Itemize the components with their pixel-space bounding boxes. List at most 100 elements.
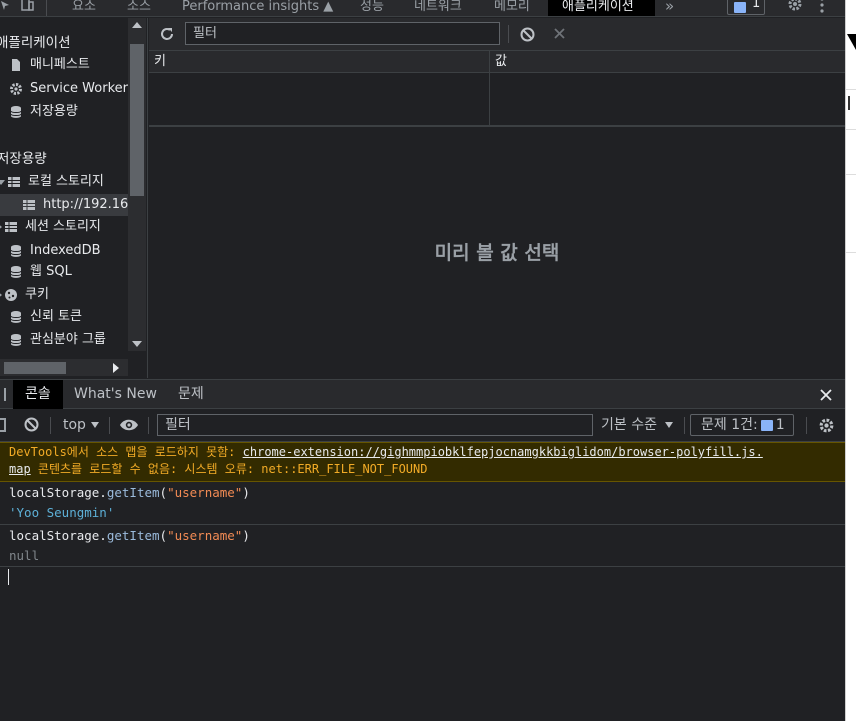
close-arrow-icon [847,34,856,50]
table-icon [23,200,35,210]
toolbar-divider [806,417,807,434]
close-drawer-icon[interactable] [820,389,832,405]
drawer-menu-icon[interactable] [0,388,6,401]
sidebar-item-indexeddb[interactable]: IndexedDB [9,240,101,262]
tab-sources[interactable]: 소스 [127,0,151,16]
sidebar-item-label: 저장용량 [30,104,78,119]
toolbar-divider [148,417,149,434]
refresh-icon[interactable] [159,26,175,46]
log-level-dropdown[interactable]: 기본 수준 [601,409,679,441]
delete-selected-icon[interactable] [553,27,566,44]
issues-counter-button[interactable]: 1 [727,0,765,15]
storage-filter-input[interactable] [185,22,500,45]
sidebar-scroll-thumb[interactable] [130,44,144,196]
sidebar-item-session-storage[interactable]: 세션 스토리지 [0,216,101,238]
scroll-right-arrow-icon[interactable] [113,363,119,373]
sidebar-item-local-storage-origin[interactable]: http://192.168 [0,194,137,216]
toolbar-divider [109,417,110,434]
code-function: getItem [106,485,160,500]
database-icon [10,106,22,118]
tab-performance-insights[interactable]: Performance insights ▲ [182,0,333,16]
sidebar-item-local-storage[interactable]: 로컬 스토리지 [0,171,104,193]
code-string-arg: "username" [167,485,243,500]
sidebar-section-application: 애플리케이션 [0,35,71,51]
sidebar-item-storage[interactable]: 저장용량 [9,101,78,123]
tab-performance[interactable]: 성능 [360,0,384,16]
divider [846,174,856,175]
drawer-tab-issues[interactable]: 문제 [178,380,204,409]
device-toolbar-icon[interactable] [20,0,34,16]
console-entry: localStorage.getItem("username") null [0,525,845,567]
column-header-value[interactable]: 값 [490,51,507,73]
tab-network[interactable]: 네트워크 [414,0,462,16]
issue-icon [734,2,746,13]
clear-all-icon[interactable] [520,27,535,46]
console-filter-input[interactable] [157,414,593,436]
warning-line-2: map 콘텐츠를 로드할 수 없음: 시스템 오류: net::ERR_FILE… [9,461,845,478]
source-map-link[interactable]: chrome-extension://gighmmpiobklfepjocnam… [243,445,763,459]
console-result-value[interactable]: 'Yoo Seungmin' [9,503,845,523]
issues-count: 1 [775,417,785,433]
tab-elements[interactable]: 요소 [72,0,96,16]
log-level-label: 기본 수준 [601,417,657,433]
table-icon [8,177,20,187]
context-selector[interactable]: top [58,409,104,441]
sidebar-item-label: 쿠키 [25,287,49,302]
sidebar-item-label: IndexedDB [30,243,101,258]
expand-arrow-icon[interactable] [0,179,5,185]
more-options-icon[interactable] [820,0,824,16]
scroll-up-arrow-icon[interactable] [132,22,142,28]
expand-arrow-icon[interactable] [0,291,2,299]
sidebar-toggle-icon[interactable] [0,418,6,432]
console-prompt-area[interactable] [0,567,845,721]
console-input-line[interactable]: localStorage.getItem("username") [9,483,845,503]
sidebar-item-label: 세션 스토리지 [25,219,101,234]
divider [846,252,856,253]
code-string-arg: "username" [167,528,243,543]
context-selector-label: top [63,417,86,433]
console-settings-gear-icon[interactable] [818,417,835,438]
more-tabs-button[interactable]: » [665,0,674,16]
inspect-element-icon[interactable] [0,0,12,16]
console-result-value[interactable]: null [9,546,845,566]
toolbar-divider [50,417,51,434]
tab-application[interactable]: 애플리케이션 [548,0,655,16]
console-input-line[interactable]: localStorage.getItem("username") [9,526,845,546]
issues-label: 문제 1건: [701,417,758,433]
sidebar-item-websql[interactable]: 웹 SQL [9,261,72,283]
sidebar-item-label: 로컬 스토리지 [28,174,104,189]
sidebar-hscroll-thumb[interactable] [4,362,66,374]
sidebar-item-trust-tokens[interactable]: 신뢰 토큰 [9,306,82,328]
sidebar-item-label: 웹 SQL [30,264,72,279]
drawer-tab-whats-new[interactable]: What's New [74,380,157,409]
sidebar-item-label: 관심분야 그룹 [30,332,106,347]
application-sidebar: 애플리케이션 매니페스트 Service Workers 저장용량 저장용량 로… [0,18,148,378]
sidebar-item-cookies[interactable]: 쿠키 [0,284,49,306]
expand-arrow-icon[interactable] [0,223,2,231]
tab-memory[interactable]: 메모리 [494,0,530,16]
scroll-down-arrow-icon[interactable] [132,341,142,347]
live-expression-eye-icon[interactable] [119,418,139,436]
console-toolbar: top 기본 수준 문제 1건: 1 [0,409,845,442]
console-issues-button[interactable]: 문제 1건: 1 [690,414,794,436]
sidebar-item-manifest[interactable]: 매니페스트 [9,54,90,76]
source-map-link-end[interactable]: map [9,462,31,476]
code-object: localStorage. [9,485,107,500]
sidebar-item-interest-groups[interactable]: 관심분야 그룹 [9,329,106,351]
warning-text: DevTools에서 소스 맵을 로드하지 못함: [9,445,243,459]
sidebar-item-service-workers[interactable]: Service Workers [9,78,135,100]
database-icon [10,266,22,278]
console-warning-message: DevTools에서 소스 맵을 로드하지 못함: chrome-extensi… [0,442,845,482]
settings-gear-icon[interactable] [787,0,803,16]
issue-icon [760,419,773,431]
sidebar-item-label: http://192.168 [43,197,137,212]
code-object: localStorage. [9,528,107,543]
clear-console-icon[interactable] [24,417,39,436]
storage-table-header: 키 값 [149,51,845,73]
column-header-key[interactable]: 키 [149,51,166,73]
drawer-tab-console[interactable]: 콘솔 [13,380,63,409]
database-icon [10,245,22,257]
storage-table-body[interactable] [149,74,845,127]
warning-text: 콘텐츠를 로드할 수 없음: 시스템 오류: net::ERR_FILE_NOT… [30,462,428,476]
warning-line-1: DevTools에서 소스 맵을 로드하지 못함: chrome-extensi… [9,444,845,461]
